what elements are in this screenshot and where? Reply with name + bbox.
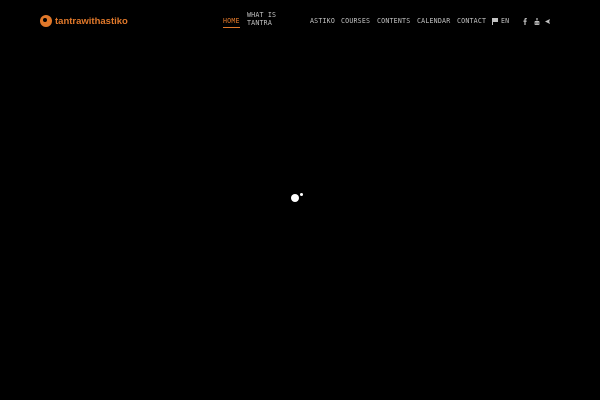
- nav-item-contents[interactable]: CONTENTS: [377, 17, 410, 25]
- nav-item-what-is-tantra[interactable]: WHAT IS TANTRA: [247, 11, 277, 27]
- telegram-link[interactable]: [543, 16, 551, 26]
- loading-spinner: [291, 193, 305, 205]
- nav-item-courses[interactable]: COURSES: [341, 17, 370, 25]
- nav-item-home[interactable]: HOME: [223, 17, 240, 28]
- active-underline: [223, 27, 240, 28]
- facebook-link[interactable]: [521, 16, 529, 26]
- loader-dot-small: [300, 193, 303, 196]
- nav-item-label: CONTENTS: [377, 17, 411, 25]
- nav-item-label: CALENDAR: [417, 17, 451, 25]
- nav-item-contact[interactable]: CONTACT: [457, 17, 486, 25]
- nav-item-calendar[interactable]: CALENDAR: [417, 17, 450, 25]
- logo-text: tantrawithastiko: [55, 15, 128, 27]
- site-header: tantrawithastiko HOME WHAT IS TANTRA AST…: [0, 0, 600, 42]
- telegram-icon: [544, 18, 550, 24]
- nav-item-label: CONTACT: [457, 17, 487, 25]
- logo-icon: [40, 15, 52, 27]
- nav-item-label: HOME: [223, 17, 240, 25]
- flag-icon: [492, 18, 498, 25]
- language-switcher[interactable]: EN: [492, 17, 509, 25]
- youtube-link[interactable]: [532, 16, 541, 26]
- site-logo[interactable]: tantrawithastiko: [40, 14, 128, 28]
- nav-item-label: WHAT IS TANTRA: [247, 11, 277, 27]
- language-label: EN: [501, 17, 510, 25]
- youtube-icon: [534, 17, 539, 25]
- nav-item-label: COURSES: [341, 17, 371, 25]
- nav-item-astiko[interactable]: ASTIKO: [310, 17, 335, 25]
- nav-item-label: ASTIKO: [310, 17, 336, 25]
- facebook-icon: [523, 17, 527, 25]
- loader-dot-large: [291, 194, 299, 202]
